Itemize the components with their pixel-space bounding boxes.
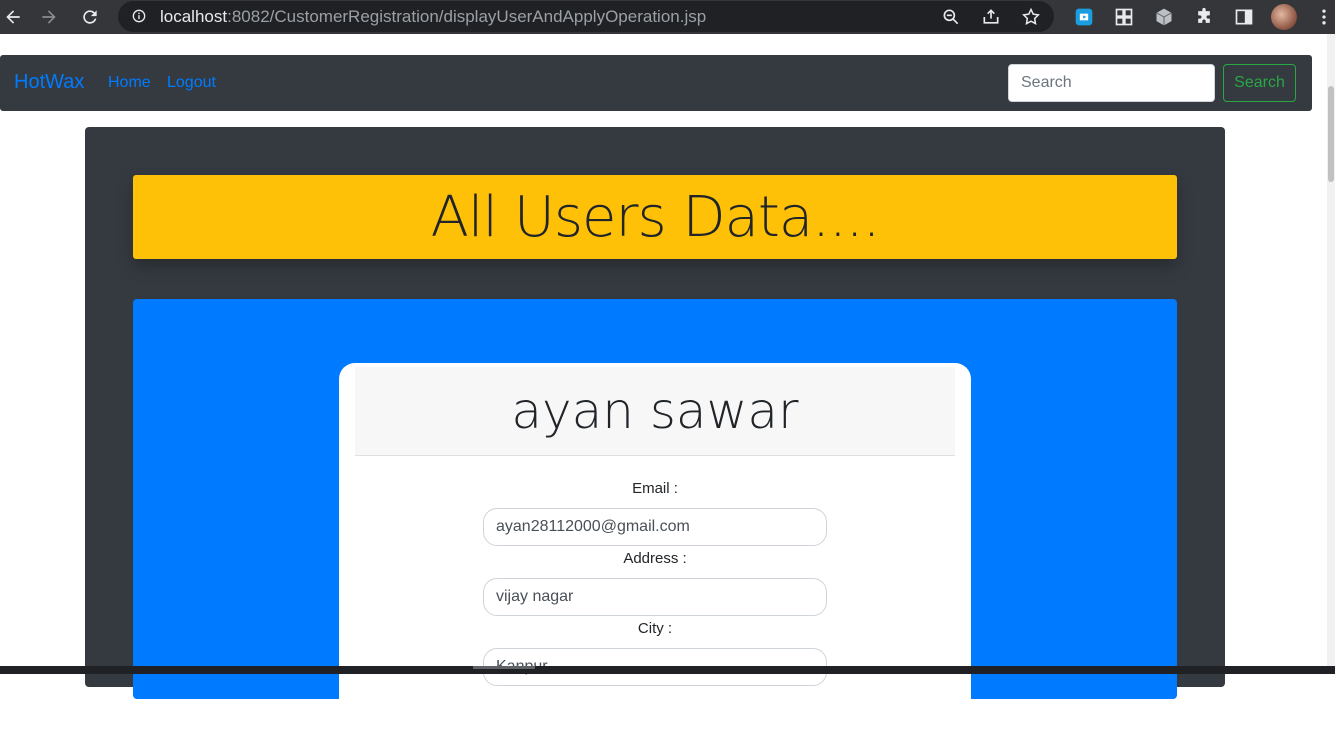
extension-screen-capture-icon[interactable] [1070, 3, 1098, 31]
bottom-bar [0, 666, 1335, 674]
scrollbar-thumb[interactable] [1328, 86, 1334, 182]
bookmark-star-icon[interactable] [1020, 6, 1042, 28]
avatar-image [1271, 4, 1297, 30]
side-panel-icon[interactable] [1230, 3, 1258, 31]
address-field[interactable] [483, 578, 827, 616]
user-card-header: ayan sawar [355, 367, 955, 456]
search-button[interactable]: Search [1223, 64, 1296, 102]
browser-menu-icon[interactable] [1310, 3, 1335, 31]
forward-icon[interactable] [36, 4, 62, 30]
search-input[interactable] [1008, 64, 1215, 102]
city-label: City : [637, 620, 673, 637]
extensions-puzzle-icon[interactable] [1190, 3, 1218, 31]
page-title: All Users Data.... [430, 184, 881, 250]
address-label: Address : [623, 550, 687, 567]
browser-toolbar: localhost:8082/CustomerRegistration/disp… [0, 0, 1335, 34]
email-label: Email : [632, 480, 678, 497]
page-heading-box: All Users Data.... [133, 175, 1177, 259]
email-field[interactable] [483, 508, 827, 546]
bottom-bar-indicator [473, 666, 535, 669]
url-text: localhost:8082/CustomerRegistration/disp… [160, 7, 706, 27]
brand-link[interactable]: HotWax [14, 71, 84, 94]
url-host: localhost [160, 7, 228, 26]
zoom-icon[interactable] [940, 6, 962, 28]
extension-grid-icon[interactable] [1110, 3, 1138, 31]
users-container: ayan sawar Email : Address : City : [133, 299, 1177, 743]
site-info-icon[interactable] [132, 9, 146, 23]
extension-cube-icon[interactable] [1150, 3, 1178, 31]
user-name: ayan sawar [511, 382, 799, 440]
reload-icon[interactable] [77, 4, 103, 30]
share-icon[interactable] [980, 6, 1002, 28]
user-card: ayan sawar Email : Address : City : [339, 363, 971, 743]
address-bar[interactable]: localhost:8082/CustomerRegistration/disp… [118, 1, 1054, 32]
page-scrollbar[interactable] [1327, 34, 1335, 666]
app-navbar: HotWax Home Logout Search [0, 55, 1312, 111]
profile-avatar[interactable] [1270, 3, 1298, 31]
main-panel: All Users Data.... ayan sawar Email : Ad… [85, 127, 1225, 743]
nav-link-logout[interactable]: Logout [167, 74, 216, 92]
nav-link-home[interactable]: Home [108, 74, 151, 92]
url-path: :8082/CustomerRegistration/displayUserAn… [227, 7, 707, 26]
back-icon[interactable] [0, 4, 26, 30]
